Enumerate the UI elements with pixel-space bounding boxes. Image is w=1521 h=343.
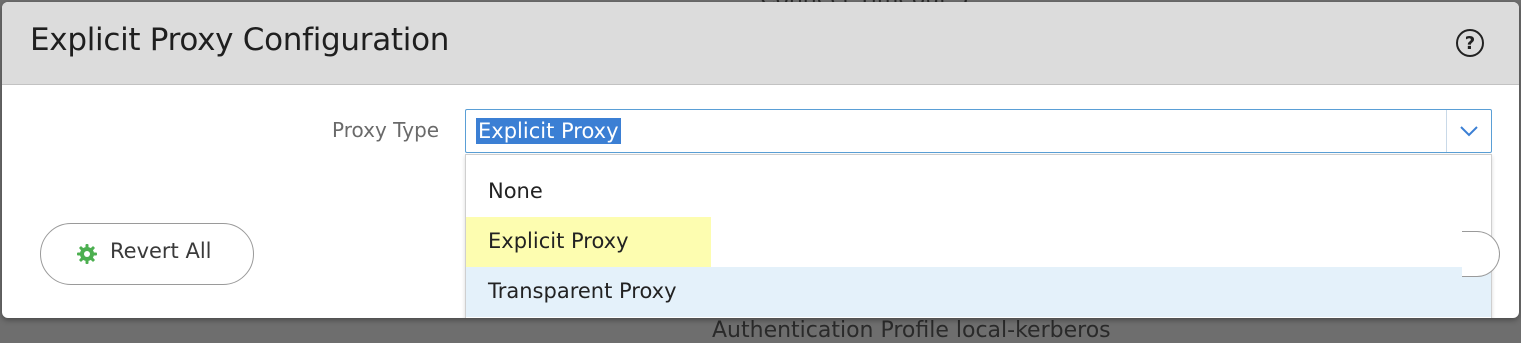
select-divider [1446,110,1447,152]
partially-hidden-button[interactable] [1462,231,1500,277]
dialog-header: Explicit Proxy Configuration ? [2,2,1519,85]
dialog-title: Explicit Proxy Configuration [30,22,450,58]
proxy-type-selected-value: Explicit Proxy [476,118,621,144]
help-icon[interactable]: ? [1456,29,1484,57]
option-label: Explicit Proxy [488,229,629,253]
proxy-type-dropdown: None Explicit Proxy Transparent Proxy [465,154,1492,318]
option-transparent-proxy[interactable]: Transparent Proxy [466,267,1491,317]
proxy-configuration-dialog: Explicit Proxy Configuration ? Proxy Typ… [2,2,1519,318]
option-none[interactable]: None [466,167,1491,217]
option-label: None [488,179,543,203]
option-label: Transparent Proxy [488,279,677,303]
revert-all-label: Revert All [110,239,212,263]
option-explicit-proxy[interactable]: Explicit Proxy [466,217,1491,267]
proxy-type-select[interactable]: Explicit Proxy [465,109,1492,153]
gear-icon [77,244,97,264]
chevron-down-icon[interactable] [1458,119,1480,141]
proxy-type-label: Proxy Type [332,118,440,142]
revert-all-button[interactable]: Revert All [40,223,254,285]
background-auth-profile-text: Authentication Profile local-kerberos [712,318,1111,343]
